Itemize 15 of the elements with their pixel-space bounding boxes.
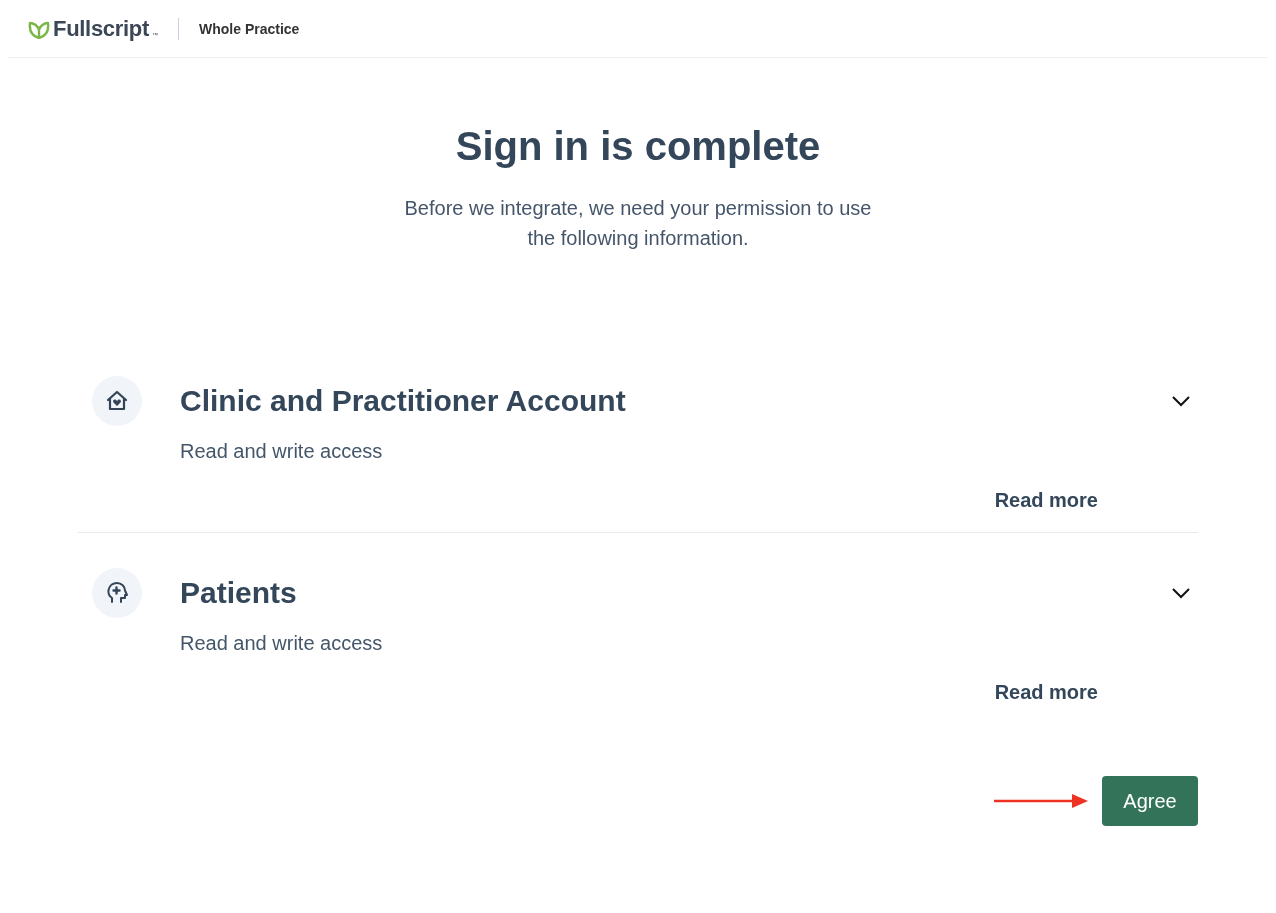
permission-title: Patients	[180, 576, 298, 610]
access-level: Read and write access	[180, 440, 384, 463]
brand-name: Fullscript	[53, 15, 149, 42]
read-more-link[interactable]: Read more	[994, 681, 1098, 704]
permission-title: Clinic and Practitioner Account	[180, 384, 627, 418]
access-level: Read and write access	[180, 632, 384, 655]
chevron-icon[interactable]	[1171, 587, 1191, 599]
page-title: Sign in is complete	[454, 123, 822, 170]
page-subtitle: Before we integrate, we need your permission to use the following information.	[403, 196, 873, 251]
head-icon	[92, 568, 142, 618]
read-more-link[interactable]: Read more	[994, 489, 1098, 512]
product-name: Whole Practice	[199, 20, 300, 37]
house-icon	[92, 376, 142, 426]
agree-button[interactable]: Agree	[1102, 776, 1198, 826]
chevron-icon[interactable]	[1171, 395, 1191, 407]
